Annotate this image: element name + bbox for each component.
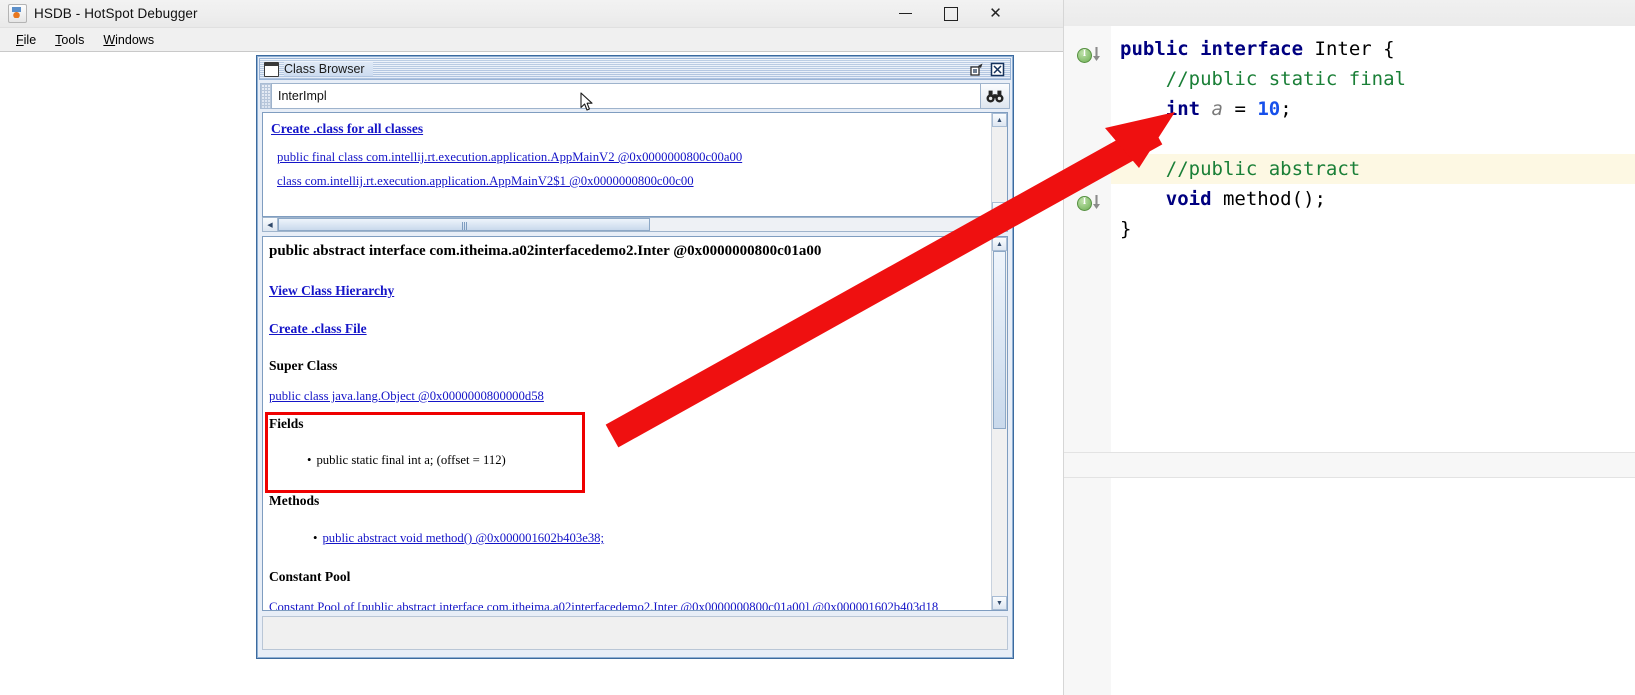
- menu-tools-rest: ools: [61, 32, 85, 47]
- class-browser-title: Class Browser: [284, 62, 373, 76]
- menu-file-rest: ile: [23, 32, 37, 47]
- minimize-icon: [899, 12, 912, 15]
- section-heading-super-class: Super Class: [269, 358, 338, 373]
- editor-divider-lower: [1064, 477, 1635, 478]
- toolbar-drag-handle[interactable]: [260, 83, 271, 109]
- implemented-method-icon[interactable]: [1077, 196, 1092, 211]
- close-icon: [990, 62, 1004, 76]
- implemented-arrow-down-icon: [1093, 195, 1100, 209]
- list-item: public final class com.intellij.rt.execu…: [271, 150, 991, 165]
- search-input[interactable]: InterImpl: [271, 83, 981, 109]
- class-detail-content: public abstract interface com.itheima.a0…: [263, 237, 991, 610]
- detail-scroll-thumb[interactable]: [993, 251, 1006, 429]
- scroll-up-arrow-icon[interactable]: ▲: [992, 237, 1007, 251]
- close-button[interactable]: ✕: [973, 0, 1018, 27]
- class-browser-restore-button[interactable]: [968, 61, 984, 77]
- view-class-hierarchy-link[interactable]: View Class Hierarchy: [269, 283, 394, 298]
- scroll-up-arrow-icon[interactable]: ▲: [992, 113, 1007, 127]
- editor-gutter[interactable]: [1064, 26, 1112, 695]
- bullet-icon: •: [313, 531, 318, 545]
- editor-divider: [1064, 452, 1635, 453]
- ide-editor-panel: public interface Inter { //public static…: [1063, 0, 1635, 695]
- create-class-file-link[interactable]: Create .class File: [269, 321, 367, 336]
- minimize-button[interactable]: [883, 0, 928, 27]
- menu-windows-mnemonic: W: [103, 32, 116, 47]
- implemented-method-icon[interactable]: [1077, 48, 1092, 63]
- editor-code-area[interactable]: public interface Inter { //public static…: [1111, 26, 1635, 695]
- main-window-title: HSDB - HotSpot Debugger: [34, 6, 198, 21]
- editor-bottom-strip: [1064, 453, 1635, 477]
- scroll-left-arrow-icon[interactable]: ◀: [263, 218, 278, 231]
- code-line: public interface Inter {: [1120, 38, 1395, 60]
- restore-icon: [969, 63, 982, 76]
- menu-windows-rest: indows: [115, 32, 155, 47]
- code-line: void method();: [1165, 188, 1326, 210]
- class-list-vertical-scrollbar[interactable]: ▲ ▼: [991, 113, 1007, 216]
- scroll-down-arrow-icon[interactable]: ▼: [992, 596, 1007, 610]
- editor-top-strip: [1064, 0, 1635, 27]
- constant-pool-link[interactable]: Constant Pool of [public abstract interf…: [269, 600, 938, 610]
- class-list-pane[interactable]: Create .class for all classes public fin…: [262, 112, 1008, 217]
- class-detail-vertical-scrollbar[interactable]: ▲ ▼: [991, 237, 1007, 610]
- section-heading-constant-pool: Constant Pool: [269, 569, 351, 584]
- menu-item-tools[interactable]: Tools: [47, 31, 92, 49]
- class-browser-status-strip: [262, 616, 1008, 650]
- scroll-down-arrow-icon[interactable]: ▼: [992, 202, 1007, 216]
- method-link[interactable]: public abstract void method() @0x0000016…: [322, 531, 604, 545]
- horizontal-scroll-track[interactable]: [650, 218, 992, 231]
- class-search-row: InterImpl: [260, 83, 1010, 109]
- class-list-content: Create .class for all classes public fin…: [263, 113, 991, 216]
- search-button[interactable]: [981, 83, 1010, 109]
- code-line: //public static final: [1165, 68, 1406, 90]
- class-detail-pane[interactable]: public abstract interface com.itheima.a0…: [262, 236, 1008, 611]
- code-line: }: [1120, 218, 1132, 240]
- menu-item-file[interactable]: File: [8, 31, 44, 49]
- menu-file-mnemonic: F: [16, 32, 24, 47]
- menu-item-windows[interactable]: Windows: [95, 31, 162, 49]
- section-heading-methods: Methods: [269, 493, 320, 508]
- field-entry-text: public static final int a; (offset = 112…: [316, 453, 506, 467]
- scroll-right-arrow-icon[interactable]: ▶: [992, 218, 1007, 231]
- method-entry: • public abstract void method() @0x000001…: [269, 531, 604, 546]
- implemented-arrow-down-icon: [1093, 47, 1100, 61]
- main-title-bar: HSDB - HotSpot Debugger ✕: [0, 0, 1063, 28]
- create-class-for-all-classes-link[interactable]: Create .class for all classes: [271, 121, 423, 137]
- class-link-appmainv2-inner[interactable]: class com.intellij.rt.execution.applicat…: [277, 174, 694, 189]
- bullet-icon: •: [307, 453, 312, 467]
- code-line: int a = 10;: [1165, 98, 1292, 120]
- mouse-pointer-icon: [580, 92, 593, 111]
- list-item: class com.intellij.rt.execution.applicat…: [271, 174, 991, 189]
- class-detail-title: public abstract interface com.itheima.a0…: [269, 243, 822, 259]
- class-link-appmainv2[interactable]: public final class com.intellij.rt.execu…: [277, 150, 742, 165]
- class-browser-window: Class Browser InterImpl Create .class fo…: [256, 55, 1014, 659]
- field-entry: • public static final int a; (offset = 11…: [263, 453, 506, 468]
- code-line: //public abstract: [1111, 154, 1635, 184]
- maximize-icon: [943, 6, 958, 21]
- window-icon: [264, 61, 279, 77]
- binoculars-icon: [986, 90, 1004, 102]
- section-heading-fields: Fields: [269, 416, 304, 431]
- class-browser-title-bar[interactable]: Class Browser: [259, 58, 1011, 80]
- maximize-button[interactable]: [928, 0, 973, 27]
- close-icon: ✕: [989, 5, 1002, 22]
- super-class-link[interactable]: public class java.lang.Object @0x0000000…: [269, 389, 544, 403]
- java-coffee-cup-icon: [8, 4, 27, 23]
- class-list-horizontal-scrollbar[interactable]: ◀ ▶: [262, 217, 1008, 232]
- main-menu-bar: File Tools Windows: [0, 28, 1063, 52]
- horizontal-scroll-thumb[interactable]: [278, 218, 650, 231]
- class-browser-close-button[interactable]: [989, 61, 1005, 77]
